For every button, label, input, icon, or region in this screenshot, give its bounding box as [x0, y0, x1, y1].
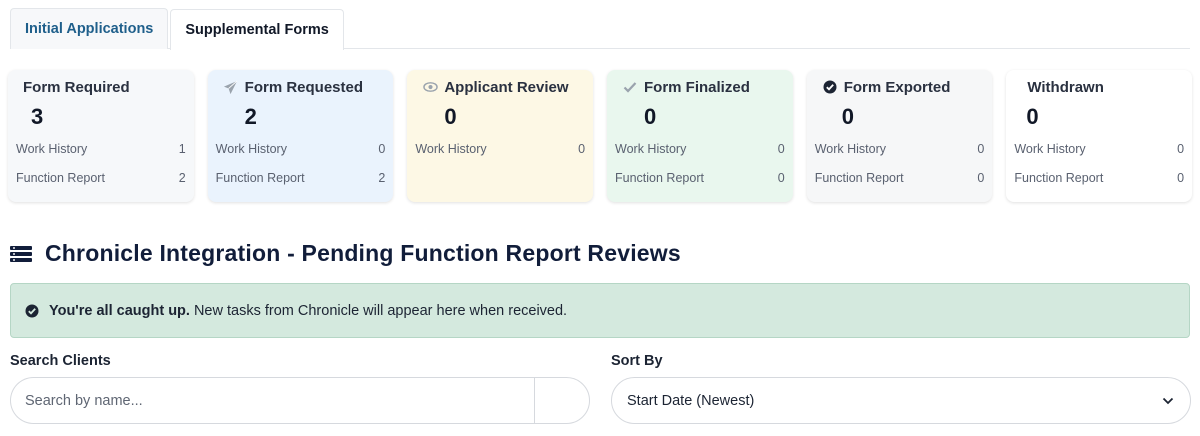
- card-row-function-report: Function Report 0: [615, 171, 785, 185]
- card-row-work-history: Work History 1: [16, 142, 186, 156]
- card-title: Applicant Review: [444, 78, 569, 96]
- card-count: 0: [841, 104, 854, 129]
- alert-message: New tasks from Chronicle will appear her…: [193, 302, 568, 319]
- tab-initial-applications[interactable]: Initial Applications: [10, 8, 169, 49]
- card-row-work-history: Work History 0: [215, 142, 386, 156]
- tab-bar: Initial Applications Supplemental Forms: [10, 8, 1190, 50]
- card-row-work-history: Work History 0: [1014, 142, 1185, 156]
- sort-select[interactable]: Start Date (Newest): [611, 377, 1191, 424]
- sort-label: Sort By: [611, 353, 663, 369]
- card-count: 3: [31, 104, 44, 129]
- check-icon: [622, 79, 638, 95]
- card-row-function-report: Function Report 2: [16, 171, 186, 185]
- card-form-required: Form Required 3 Work History 1 Function R…: [8, 70, 194, 202]
- card-row-work-history: Work History 0: [814, 142, 985, 156]
- card-count: 2: [244, 104, 257, 129]
- card-count: 0: [644, 104, 657, 129]
- card-title: Form Requested: [244, 78, 364, 96]
- card-row-function-report: Function Report 0: [1014, 171, 1185, 185]
- paper-plane-icon: [223, 79, 239, 95]
- search-group: [10, 377, 590, 424]
- tab-supplemental-forms[interactable]: Supplemental Forms: [170, 9, 344, 50]
- search-button[interactable]: [534, 377, 590, 424]
- list-icon: [10, 245, 32, 263]
- eye-icon: [422, 79, 438, 95]
- card-count: 0: [444, 104, 457, 129]
- card-row-function-report: Function Report 0: [814, 171, 985, 185]
- card-title: Withdrawn: [1027, 78, 1104, 96]
- card-withdrawn: Withdrawn 0 Work History 0 Function Repor…: [1006, 70, 1193, 202]
- card-applicant-review: Applicant Review 0 Work History 0: [407, 70, 594, 202]
- check-circle-icon: [822, 79, 838, 95]
- status-cards: Form Required 3 Work History 1 Function R…: [8, 70, 1193, 202]
- card-count: 0: [1026, 104, 1039, 129]
- card-title: Form Exported: [843, 78, 951, 96]
- alert-strong-text: You're all caught up.: [49, 302, 190, 319]
- card-title: Form Required: [23, 78, 130, 96]
- card-form-exported: Form Exported 0 Work History 0 Function R…: [806, 70, 993, 202]
- search-label: Search Clients: [10, 353, 111, 369]
- card-row-work-history: Work History 0: [615, 142, 785, 156]
- card-row-function-report: Function Report 2: [215, 171, 386, 185]
- card-row-work-history: Work History 0: [415, 142, 586, 156]
- card-title: Form Finalized: [644, 78, 750, 96]
- sort-selected-value: Start Date (Newest): [627, 392, 755, 409]
- section-header: Chronicle Integration - Pending Function…: [10, 240, 681, 267]
- search-input[interactable]: [10, 377, 534, 424]
- check-circle-icon: [25, 304, 39, 318]
- chevron-down-icon: [1162, 393, 1174, 409]
- card-form-requested: Form Requested 2 Work History 0 Function …: [207, 70, 394, 202]
- section-title: Chronicle Integration - Pending Function…: [45, 240, 681, 266]
- caught-up-alert: You're all caught up. New tasks from Chr…: [10, 283, 1190, 338]
- card-form-finalized: Form Finalized 0 Work History 0 Function …: [607, 70, 793, 202]
